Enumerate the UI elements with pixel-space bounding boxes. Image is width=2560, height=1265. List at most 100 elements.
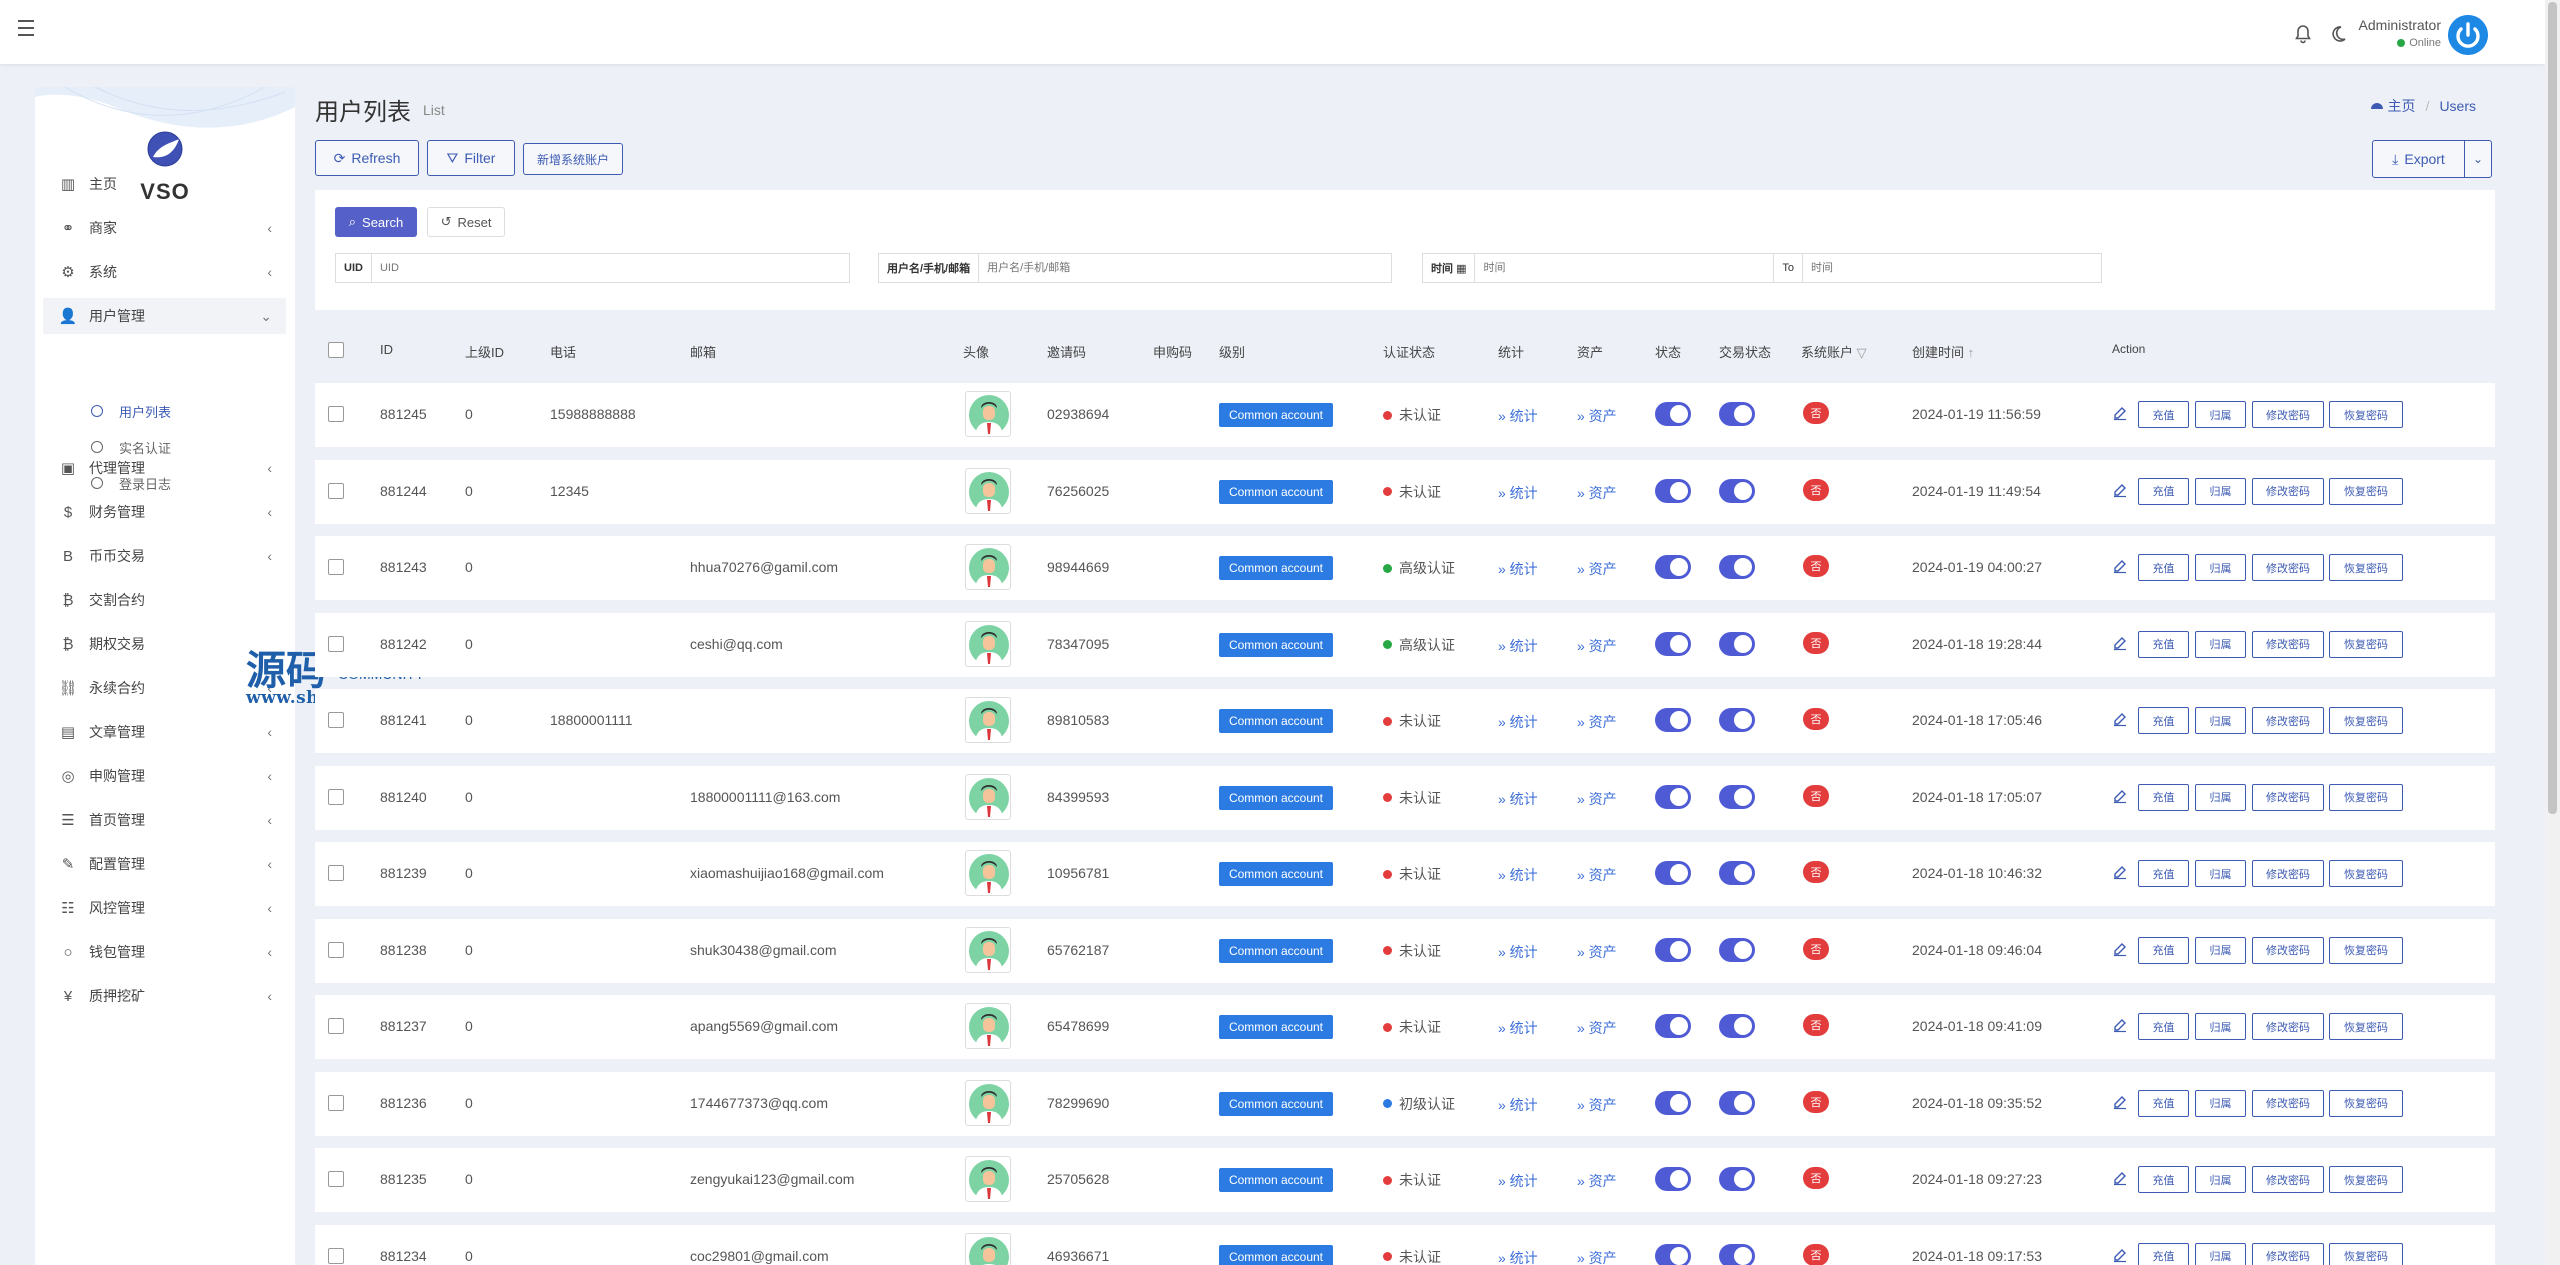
sidebar-subitem-0[interactable]: 用户列表	[91, 396, 171, 426]
row-checkbox[interactable]	[328, 712, 344, 728]
recharge-button[interactable]: 充值	[2138, 401, 2189, 428]
edit-icon[interactable]	[2112, 405, 2128, 421]
recharge-button[interactable]: 充值	[2138, 707, 2189, 734]
trade-status-toggle[interactable]	[1719, 555, 1755, 579]
row-checkbox[interactable]	[328, 1094, 344, 1111]
trade-status-toggle[interactable]	[1719, 1014, 1755, 1038]
edit-icon[interactable]	[2112, 788, 2128, 804]
row-checkbox[interactable]	[328, 482, 344, 499]
recharge-button[interactable]: 充值	[2138, 477, 2189, 505]
row-checkbox[interactable]	[328, 1247, 344, 1264]
uid-input[interactable]	[371, 254, 849, 282]
sidebar-item-0[interactable]: ▥ 主页	[43, 166, 286, 202]
sidebar-item-16[interactable]: ¥ 质押挖矿 ‹	[43, 978, 286, 1014]
sidebar-item-1[interactable]: ⚭ 商家 ‹	[43, 210, 286, 246]
sidebar-item-10[interactable]: ▤ 文章管理 ‹	[43, 714, 286, 750]
refresh-button[interactable]: ⟳ Refresh	[315, 140, 419, 176]
status-toggle[interactable]	[1655, 478, 1691, 503]
status-toggle[interactable]	[1655, 1243, 1691, 1265]
change-password-button[interactable]: 修改密码	[2252, 936, 2324, 964]
reset-password-button[interactable]: 恢复密码	[2329, 477, 2403, 505]
assets-link[interactable]: » 资产	[1577, 712, 1617, 732]
assets-link[interactable]: » 资产	[1577, 636, 1617, 656]
user-avatar[interactable]	[965, 1156, 1011, 1202]
reset-password-button[interactable]: 恢复密码	[2329, 936, 2403, 964]
export-dropdown-chevron-icon[interactable]: ⌄	[2465, 152, 2491, 166]
assign-button[interactable]: 归属	[2195, 936, 2246, 964]
edit-icon[interactable]	[2112, 1247, 2128, 1263]
filter-button[interactable]: ⛛ Filter	[427, 140, 515, 176]
trade-status-toggle[interactable]	[1719, 861, 1755, 885]
reset-password-button[interactable]: 恢复密码	[2329, 707, 2403, 734]
edit-icon[interactable]	[2112, 864, 2128, 880]
status-toggle[interactable]	[1655, 555, 1691, 579]
page-scrollbar[interactable]	[2545, 0, 2560, 1265]
row-checkbox[interactable]	[328, 406, 344, 422]
status-toggle[interactable]	[1655, 631, 1691, 656]
trade-status-toggle[interactable]	[1719, 1090, 1755, 1115]
reset-password-button[interactable]: 恢复密码	[2329, 783, 2403, 811]
status-toggle[interactable]	[1655, 784, 1691, 809]
sidebar-subitem-2[interactable]: 登录日志	[91, 468, 171, 498]
reset-password-button[interactable]: 恢复密码	[2329, 1166, 2403, 1193]
edit-icon[interactable]	[2112, 482, 2128, 498]
user-avatar[interactable]	[965, 926, 1011, 973]
stats-link[interactable]: » 统计	[1498, 1248, 1538, 1265]
edit-icon[interactable]	[2112, 711, 2128, 727]
reset-password-button[interactable]: 恢复密码	[2329, 1242, 2403, 1265]
status-toggle[interactable]	[1655, 708, 1691, 732]
user-avatar[interactable]	[965, 697, 1011, 743]
row-checkbox[interactable]	[328, 865, 344, 881]
change-password-button[interactable]: 修改密码	[2252, 554, 2324, 581]
stats-link[interactable]: » 统计	[1498, 636, 1538, 656]
user-avatar[interactable]	[965, 391, 1011, 437]
status-toggle[interactable]	[1655, 402, 1691, 426]
edit-icon[interactable]	[2112, 941, 2128, 957]
admin-name[interactable]: Administrator	[2359, 17, 2441, 33]
trade-status-toggle[interactable]	[1719, 1167, 1755, 1191]
assign-button[interactable]: 归属	[2195, 707, 2246, 734]
change-password-button[interactable]: 修改密码	[2252, 630, 2324, 658]
user-avatar[interactable]	[965, 1079, 1011, 1126]
assets-link[interactable]: » 资产	[1577, 1248, 1617, 1265]
sidebar-item-7[interactable]: ₿ 交割合约	[43, 582, 286, 618]
sidebar-subitem-1[interactable]: 实名认证	[91, 432, 171, 462]
reset-password-button[interactable]: 恢复密码	[2329, 1089, 2403, 1117]
trade-status-toggle[interactable]	[1719, 708, 1755, 732]
row-checkbox[interactable]	[328, 1018, 344, 1034]
reset-password-button[interactable]: 恢复密码	[2329, 860, 2403, 887]
assign-button[interactable]: 归属	[2195, 477, 2246, 505]
admin-avatar[interactable]	[2448, 15, 2488, 55]
user-avatar[interactable]	[965, 850, 1011, 896]
status-toggle[interactable]	[1655, 861, 1691, 885]
assets-link[interactable]: » 资产	[1577, 865, 1617, 885]
sidebar-item-12[interactable]: ☰ 首页管理 ‹	[43, 802, 286, 838]
edit-icon[interactable]	[2112, 558, 2128, 574]
stats-link[interactable]: » 统计	[1498, 406, 1538, 426]
breadcrumb-home[interactable]: 主页	[2370, 96, 2416, 116]
change-password-button[interactable]: 修改密码	[2252, 783, 2324, 811]
change-password-button[interactable]: 修改密码	[2252, 1166, 2324, 1193]
sidebar-item-3[interactable]: 👤 用户管理 ⌄	[43, 298, 286, 334]
th-id[interactable]: ID	[380, 342, 393, 357]
change-password-button[interactable]: 修改密码	[2252, 707, 2324, 734]
sidebar-item-5[interactable]: $ 财务管理 ‹	[43, 494, 286, 530]
stats-link[interactable]: » 统计	[1498, 789, 1538, 809]
time-from-input[interactable]	[1475, 254, 1774, 282]
user-avatar[interactable]	[965, 544, 1011, 590]
assign-button[interactable]: 归属	[2195, 1166, 2246, 1193]
user-avatar[interactable]	[965, 1003, 1011, 1049]
assign-button[interactable]: 归属	[2195, 1089, 2246, 1117]
moon-icon[interactable]	[2328, 24, 2348, 44]
trade-status-toggle[interactable]	[1719, 937, 1755, 962]
assign-button[interactable]: 归属	[2195, 1242, 2246, 1265]
change-password-button[interactable]: 修改密码	[2252, 401, 2324, 428]
reset-password-button[interactable]: 恢复密码	[2329, 554, 2403, 581]
export-button[interactable]: ⤓ Export ⌄	[2372, 140, 2492, 178]
user-avatar[interactable]	[965, 620, 1011, 667]
trade-status-toggle[interactable]	[1719, 784, 1755, 809]
sort-asc-icon[interactable]: ↑	[1968, 345, 1975, 360]
sidebar-item-14[interactable]: ☷ 风控管理 ‹	[43, 890, 286, 926]
stats-link[interactable]: » 统计	[1498, 1095, 1538, 1115]
scrollbar-thumb[interactable]	[2548, 2, 2557, 814]
